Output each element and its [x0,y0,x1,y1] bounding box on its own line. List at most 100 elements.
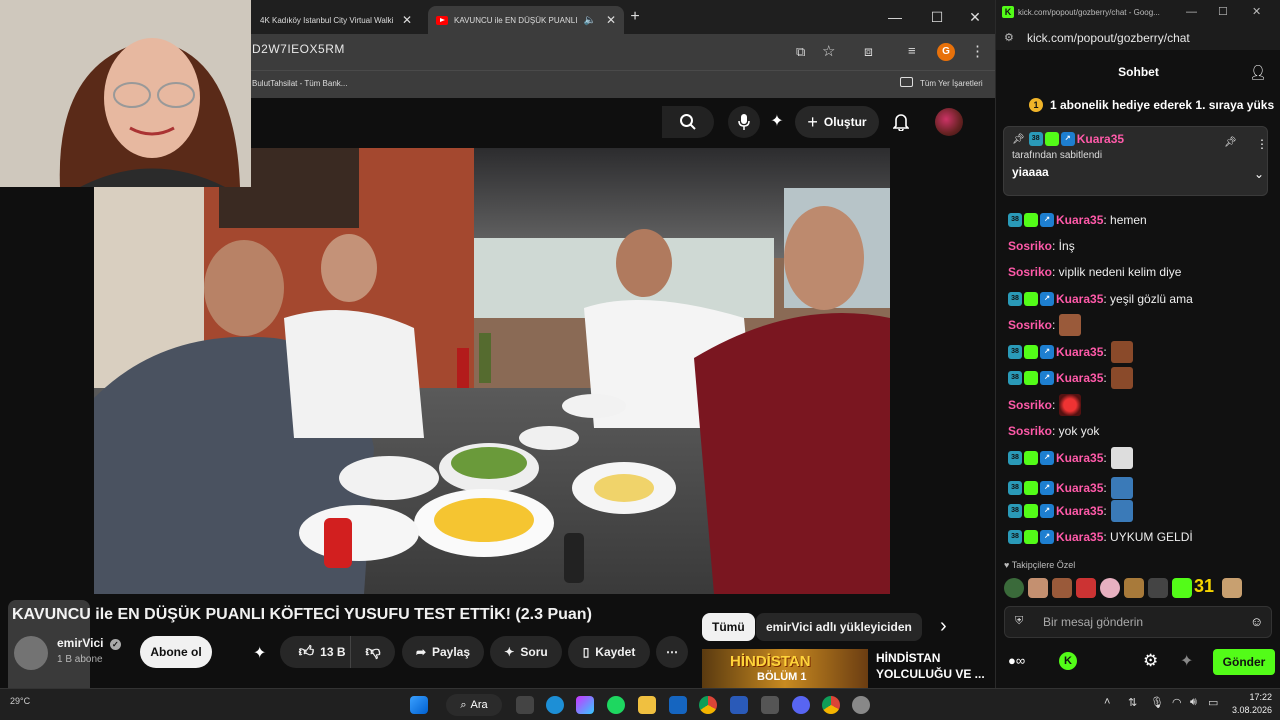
chat-username[interactable]: Kuara35 [1056,292,1103,306]
more-actions-button[interactable]: ⋯ [656,636,688,668]
chat-username[interactable]: Kuara35 [1056,371,1103,385]
weather-widget[interactable]: 29°C [10,696,30,706]
recommended-title[interactable]: HİNDİSTAN YOLCULUĞU VE ... [876,650,986,682]
chat-username[interactable]: Sosriko [1008,318,1052,332]
chat-username[interactable]: Kuara35 [1056,481,1103,495]
account-avatar[interactable] [935,108,963,136]
all-bookmarks-link[interactable]: Tüm Yer İşaretleri [920,79,983,88]
send-button[interactable]: Gönder [1213,649,1275,675]
chat-username[interactable]: Sosriko [1008,398,1052,412]
emoji-picker-icon[interactable]: ☺ [1250,614,1263,629]
menu-dots-icon[interactable]: ⋮ [1256,137,1268,151]
emote-item[interactable] [1004,578,1024,598]
pinned-username[interactable]: Kuara35 [1077,132,1124,146]
create-button[interactable]: + Oluştur [795,106,879,138]
chevron-down-icon[interactable]: ⌄ [1254,167,1264,181]
search-button[interactable] [662,106,714,138]
emote-item[interactable] [1076,578,1096,598]
speaker-icon[interactable]: 🔈 [583,15,595,26]
notifications-bell-icon[interactable] [885,106,917,138]
chat-username[interactable]: Sosriko [1008,424,1052,438]
close-window-icon[interactable]: ✕ [960,6,990,28]
sparkle-icon[interactable]: ✦ [761,106,793,138]
media-controls-icon[interactable]: ≡ [908,43,916,58]
volume-icon[interactable]: 🔊︎ [1190,696,1197,709]
minimize-icon[interactable]: — [1186,6,1197,18]
clock-date[interactable]: 3.08.2026 [1222,705,1272,715]
maximize-icon[interactable]: ☐ [922,6,952,28]
quick-emote-icon[interactable]: ●∞ [1008,653,1025,668]
chat-username[interactable]: Kuara35 [1056,345,1103,359]
task-view-icon[interactable] [516,696,534,714]
emote-item[interactable]: 31 [1194,576,1214,597]
wifi-icon[interactable]: ◠ [1172,696,1182,709]
chip-from-uploader[interactable]: emirVici adlı yükleyiciden [756,613,922,641]
mic-icon[interactable]: 🎙︎ [1150,696,1164,709]
clock-time[interactable]: 17:22 [1232,692,1272,702]
chat-url[interactable]: kick.com/popout/gozberry/chat [1027,31,1190,45]
tab-kavuncu[interactable]: KAVUNCU ile EN DÜŞÜK PUANLI 🔈 ✕ [428,6,624,34]
install-icon[interactable]: ⧉ [796,44,805,60]
file-explorer-icon[interactable] [638,696,656,714]
bookmark-star-icon[interactable]: ☆ [822,42,835,60]
new-tab-button[interactable]: + [620,6,650,28]
discord-icon[interactable] [792,696,810,714]
chrome-icon[interactable] [699,696,717,714]
ask-button[interactable]: ✦ Soru [490,636,562,668]
app-icon[interactable] [761,696,779,714]
chevron-right-icon[interactable]: › [940,615,947,638]
chat-username[interactable]: Sosriko [1008,239,1052,253]
mic-icon[interactable] [728,106,760,138]
tray-app-icon[interactable]: ⇅ [1128,696,1137,709]
close-tab-icon[interactable]: ✕ [402,13,412,27]
chat-username[interactable]: Sosriko [1008,265,1052,279]
spotify-icon[interactable] [607,696,625,714]
calendar-icon[interactable] [669,696,687,714]
copilot-icon[interactable] [576,696,594,714]
minimize-icon[interactable]: — [880,6,910,28]
mail-icon[interactable] [730,696,748,714]
tab-kadikoy[interactable]: 4K Kadıköy Istanbul City Virtual Walki ✕ [252,6,420,34]
emote-item[interactable] [1052,578,1072,598]
kick-coins-icon[interactable]: K [1059,652,1077,670]
sparkle-icon[interactable]: ✦ [1180,651,1193,671]
maximize-icon[interactable]: ☐ [1218,5,1228,18]
recommended-thumbnail[interactable]: HİNDİSTAN BÖLÜM 1 [702,649,868,688]
emote-item[interactable] [1124,578,1144,598]
chat-username[interactable]: Kuara35 [1056,504,1103,518]
subscribe-button[interactable]: Abone ol [140,636,212,668]
site-info-icon[interactable]: ⚙ [1004,31,1014,44]
tray-chevron-icon[interactable]: ˄ [1104,696,1110,708]
close-window-icon[interactable]: ✕ [1252,5,1261,18]
chat-username[interactable]: Kuara35 [1056,530,1103,544]
bookmark-item[interactable]: BulutTahsilat - Tüm Bank... [252,79,347,88]
chat-username[interactable]: Kuara35 [1056,213,1103,227]
sub-gift-banner[interactable]: 1 abonelik hediye ederek 1. sıraya yüks [1050,98,1274,112]
emote-item[interactable] [1172,578,1192,598]
emote-item[interactable] [1028,578,1048,598]
sparkle-icon[interactable]: ✦ [253,643,266,663]
save-button[interactable]: ▯ Kaydet [568,636,650,668]
pin-icon[interactable]: 📌︎ [1224,137,1237,148]
emote-item[interactable] [1148,578,1168,598]
emote-item[interactable] [1100,578,1120,598]
chat-input[interactable]: ⛨ Bir mesaj gönderin ☺ [1004,606,1272,638]
settings-gear-icon[interactable]: ⚙ [1143,651,1158,671]
video-player[interactable] [94,148,890,594]
edge-icon[interactable] [546,696,564,714]
close-tab-icon[interactable]: ✕ [606,13,616,27]
start-button-icon[interactable] [410,696,428,714]
user-settings-icon[interactable]: 👤︎ [1249,64,1267,81]
url-field[interactable]: D2W7IEOX5RM [252,42,345,56]
extensions-icon[interactable]: ⧈ [864,43,873,60]
profile-avatar[interactable]: G [937,43,955,61]
chrome-icon[interactable] [822,696,840,714]
chat-username[interactable]: Kuara35 [1056,451,1103,465]
share-button[interactable]: ➦ Paylaş [402,636,484,668]
menu-dots-icon[interactable]: ⋮ [970,42,985,60]
obs-icon[interactable] [852,696,870,714]
battery-icon[interactable]: ▭ [1208,696,1218,709]
dislike-button[interactable]: 👎︎ [350,636,395,668]
emote-item[interactable] [1222,578,1242,598]
taskbar-search[interactable]: ⌕ Ara [446,694,502,716]
